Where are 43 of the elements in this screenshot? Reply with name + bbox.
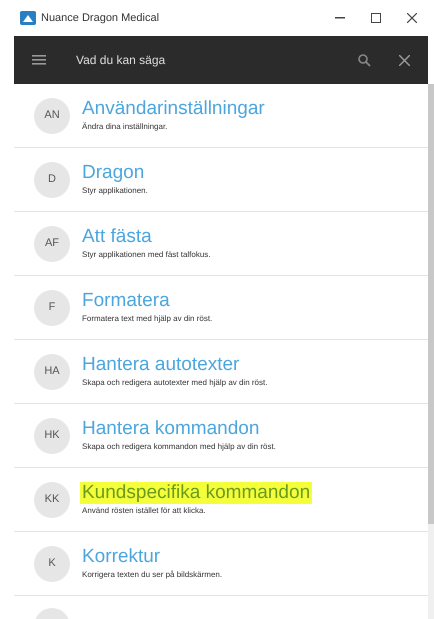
app-logo-icon bbox=[20, 11, 36, 25]
list-item[interactable]: AF Att fästa Styr applikationen med fäst talfokus. bbox=[14, 212, 428, 276]
item-title: Att fästa bbox=[82, 226, 152, 248]
item-title: Hantera autotexter bbox=[82, 354, 240, 376]
item-title: Hantera kommandon bbox=[82, 418, 260, 440]
list-item[interactable]: HA Hantera autotexter Skapa och redigera autotexter med hjälp av din röst. bbox=[14, 340, 428, 404]
initials-avatar: D bbox=[34, 162, 70, 198]
search-icon[interactable] bbox=[358, 54, 371, 66]
scrollbar-thumb[interactable] bbox=[428, 84, 434, 524]
item-title: Kundspecifika kommandon bbox=[80, 482, 312, 504]
initials-avatar: F bbox=[34, 290, 70, 326]
item-description: Ändra dina inställningar. bbox=[82, 121, 168, 133]
item-title: Användarinställningar bbox=[82, 98, 265, 120]
menu-icon[interactable] bbox=[32, 55, 46, 65]
item-description: Skapa och redigera autotexter med hjälp av din röst. bbox=[82, 377, 268, 389]
item-description: Korrigera texten du ser på bildskärmen. bbox=[82, 569, 222, 581]
item-title: Korrektur bbox=[82, 546, 160, 568]
item-description: Skapa och redigera kommandon med hjälp av din röst. bbox=[82, 441, 276, 453]
initials-avatar: AF bbox=[34, 226, 70, 262]
item-description: Formatera text med hjälp av din röst. bbox=[82, 313, 212, 325]
list-item[interactable]: AN Användarinställningar Ändra dina inställningar. bbox=[14, 84, 428, 148]
list-item[interactable]: HK Hantera kommandon Skapa och redigera kommandon med hjälp av din röst. bbox=[14, 404, 428, 468]
initials-avatar: HK bbox=[34, 418, 70, 454]
close-icon bbox=[407, 13, 417, 23]
window-title: Nuance Dragon Medical bbox=[41, 10, 160, 26]
header-title: Vad du kan säga bbox=[76, 52, 166, 69]
item-description: Styr applikationen. bbox=[82, 185, 148, 197]
item-title: Formatera bbox=[82, 290, 170, 312]
maximize-icon bbox=[371, 13, 381, 23]
initials-avatar: AN bbox=[34, 98, 70, 134]
initials-avatar: KK bbox=[34, 482, 70, 518]
item-description: Styr applikationen med fäst talfokus. bbox=[82, 249, 211, 261]
item-description: Använd rösten istället för att klicka. bbox=[82, 505, 206, 517]
item-title: Dragon bbox=[82, 162, 144, 184]
list-item[interactable]: KK Kundspecifika kommandon Använd rösten istället för att klicka. bbox=[14, 468, 428, 532]
initials-avatar: K bbox=[34, 546, 70, 582]
minimize-icon bbox=[335, 17, 345, 19]
close-icon[interactable] bbox=[399, 54, 410, 66]
list-item[interactable]: D Dragon Styr applikationen. bbox=[14, 148, 428, 212]
list-item[interactable]: F Formatera Formatera text med hjälp av din röst. bbox=[14, 276, 428, 340]
scrollbar-track[interactable] bbox=[428, 84, 434, 619]
initials-avatar: HA bbox=[34, 354, 70, 390]
list-item[interactable]: K Korrektur Korrigera texten du ser på bildskärmen. bbox=[14, 532, 428, 596]
